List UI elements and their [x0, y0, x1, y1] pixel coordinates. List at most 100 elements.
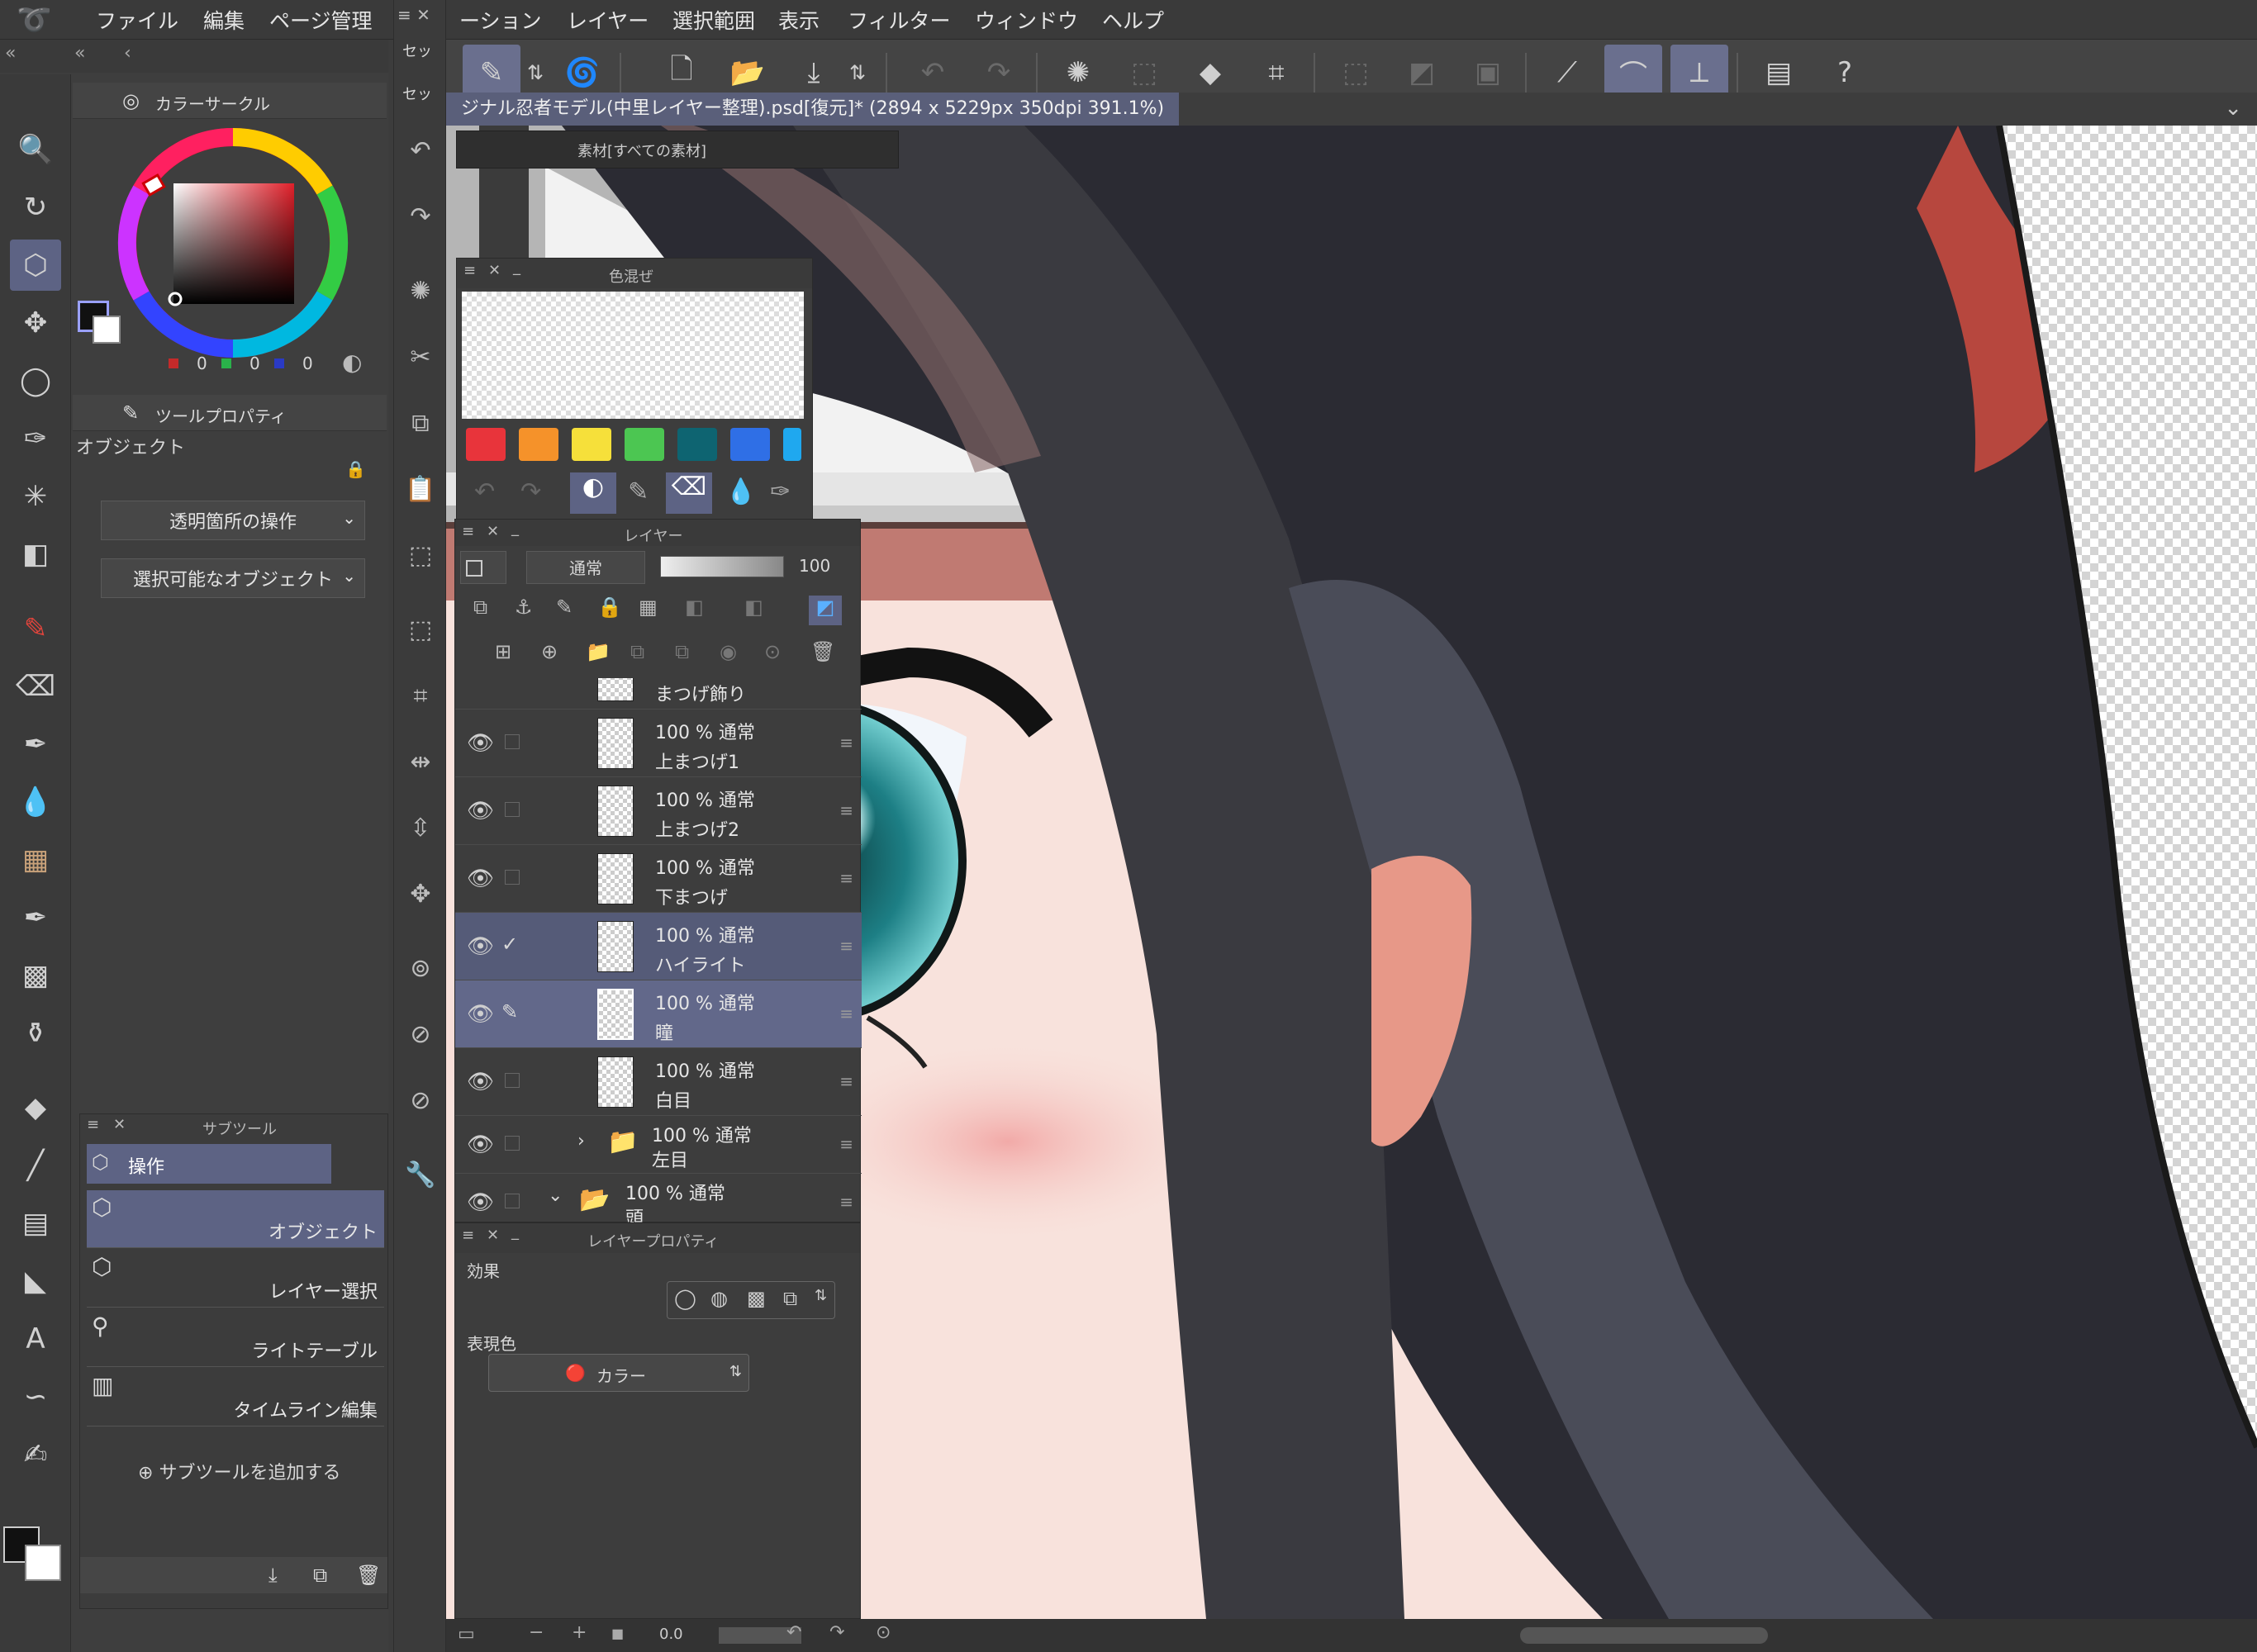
layer-row-current[interactable]: 👁 ✎ 100 % 通常 瞳 ≡	[455, 980, 862, 1048]
rotate-right-icon[interactable]: ↷	[829, 1622, 844, 1643]
blend-mode-select[interactable]: 通常	[526, 551, 645, 584]
layer-row-selected[interactable]: 👁 ✓ 100 % 通常 ハイライト ≡	[455, 913, 862, 980]
minimize-icon[interactable]: _	[511, 1223, 519, 1241]
rotate-tool-icon[interactable]: ↻	[10, 182, 61, 233]
clip-icon[interactable]: ⧉	[473, 596, 487, 619]
eye-icon[interactable]: 👁	[467, 799, 494, 824]
layer-row[interactable]: まつげ飾り	[455, 678, 862, 710]
menu-icon[interactable]: ≡	[462, 523, 474, 540]
subtool-light-table[interactable]: ⚲ ライトテーブル	[87, 1309, 384, 1367]
eye-icon[interactable]: 👁	[467, 1190, 494, 1215]
pattern-tool-icon[interactable]: ▩	[10, 950, 61, 1001]
effect-menu-icon[interactable]: ⇅	[815, 1287, 827, 1304]
menu-icon[interactable]: ≡	[87, 1116, 99, 1133]
menu-file[interactable]: ファイル	[96, 5, 178, 35]
mix-brush-icon[interactable]: ◐	[570, 472, 616, 514]
minimize-icon[interactable]: _	[511, 520, 519, 537]
menu-icon[interactable]: ≡	[463, 262, 476, 279]
layer-checkbox[interactable]	[505, 1073, 520, 1088]
move-tool-icon[interactable]: ✥	[10, 297, 61, 349]
menu-window[interactable]: ウィンドウ	[975, 5, 1078, 35]
layer-row[interactable]: 👁 100 % 通常 上まつげ2 ≡	[455, 777, 862, 845]
copy-icon[interactable]: ⧉	[402, 405, 439, 441]
chevron-down-icon[interactable]: ⌄	[548, 1185, 563, 1206]
redo-icon[interactable]: ↷	[402, 198, 439, 235]
merge-down-icon[interactable]: ⧉	[675, 640, 689, 663]
eye-icon[interactable]: 👁	[467, 1132, 494, 1157]
stop-icon[interactable]: ■	[611, 1626, 624, 1641]
subtool-object[interactable]: ⬡ オブジェクト	[87, 1190, 384, 1248]
set-tab-1[interactable]: セッ	[402, 40, 432, 61]
layer-row[interactable]: 👁 100 % 通常 白目 ≡	[455, 1048, 862, 1116]
eye-icon[interactable]: 👁	[467, 731, 494, 756]
flip-vertical-icon[interactable]: ⇳	[402, 809, 439, 846]
zoom-tool-icon[interactable]: 🔍	[10, 124, 61, 175]
ruler-tool-icon[interactable]: ∽	[10, 1371, 61, 1422]
undo-icon[interactable]: ↶	[402, 132, 439, 169]
eyedropper-tool-icon[interactable]: ✑	[10, 413, 61, 464]
app-logo-icon[interactable]: ➰	[17, 3, 51, 36]
gradient-tool-icon[interactable]: ◧	[10, 529, 61, 580]
sub-color-swatch[interactable]	[25, 1545, 61, 1581]
blend-tool-icon[interactable]: 💧	[10, 776, 61, 828]
menu-help[interactable]: ヘルプ	[1102, 5, 1164, 35]
paste-icon[interactable]: 📋	[402, 471, 439, 507]
stamp-tool-icon[interactable]: ⚱	[10, 1008, 61, 1059]
layer-mask-icon[interactable]: ◉	[720, 640, 737, 663]
swatch-red[interactable]	[466, 428, 506, 461]
mesh-transform-icon[interactable]: ⌗	[402, 677, 439, 714]
wrench-icon[interactable]: 🔧	[402, 1156, 439, 1193]
rotate-left-icon[interactable]: ↶	[786, 1622, 801, 1643]
subtool-layer-select[interactable]: ⬡ レイヤー選択	[87, 1250, 384, 1308]
menu-selection[interactable]: 選択範囲	[672, 5, 755, 35]
frame-tool-icon[interactable]: ▤	[10, 1198, 61, 1249]
transparent-operation-dropdown[interactable]: 透明箇所の操作 ⌄	[101, 501, 365, 540]
flip-horizontal-icon[interactable]: ⇹	[402, 743, 439, 780]
transfer-down-icon[interactable]: ⧉	[630, 640, 644, 663]
zoom-value[interactable]: 0.0	[659, 1626, 683, 1643]
close-icon[interactable]: ✕	[488, 262, 501, 279]
layer-folder-row[interactable]: 👁 › 📁 100 % 通常 左目 ≡	[455, 1116, 862, 1174]
fill-tool-icon[interactable]: ◆	[10, 1082, 61, 1133]
drag-handle-icon[interactable]: ≡	[839, 733, 853, 752]
pen-tool-icon[interactable]: ✎	[10, 603, 61, 654]
expression-color-select[interactable]: 🔴 カラー ⇅	[488, 1354, 749, 1392]
swatch-blue[interactable]	[730, 428, 770, 461]
move-layer-icon[interactable]: ✥	[402, 876, 439, 912]
scissors-icon[interactable]: ✂	[402, 339, 439, 375]
mix-pen-icon[interactable]: ✎	[628, 477, 649, 506]
chevron-down-icon[interactable]: ⌄	[2224, 96, 2242, 121]
chevron-left-icon[interactable]: ‹	[124, 43, 131, 64]
menu-icon[interactable]: ≡	[462, 1227, 474, 1244]
zoom-out-icon[interactable]: −	[529, 1622, 544, 1643]
menu-edit[interactable]: 編集	[203, 5, 245, 35]
swatch-cyan[interactable]	[783, 428, 801, 461]
decoration-tool-icon[interactable]: ▦	[10, 834, 61, 885]
eye-icon[interactable]: 👁	[467, 1070, 494, 1094]
menu-view[interactable]: 表示	[778, 5, 820, 35]
new-folder-icon[interactable]: 📁	[586, 640, 611, 663]
layer-checkbox[interactable]	[505, 870, 520, 885]
apply-mask-icon[interactable]: ⊙	[764, 640, 781, 663]
duplicate-icon[interactable]: ⧉	[313, 1564, 327, 1587]
tone-icon[interactable]: ▩	[747, 1287, 766, 1310]
layer-checkbox[interactable]	[505, 1136, 520, 1151]
undo-icon[interactable]: ↶	[474, 477, 495, 506]
opacity-value[interactable]: 100	[799, 556, 830, 576]
download-icon[interactable]: ⤓	[268, 1564, 278, 1587]
lock-transparent-icon[interactable]: ▦	[639, 596, 658, 619]
mix-blend-icon[interactable]: 💧	[725, 477, 756, 506]
collapse-left-icon[interactable]: «	[5, 43, 16, 64]
horizontal-scrollbar[interactable]	[1520, 1627, 1768, 1644]
layer-color-effect-icon[interactable]: ⧉	[783, 1287, 797, 1310]
opacity-slider[interactable]	[660, 556, 784, 577]
border-effect-icon[interactable]: ◯	[674, 1287, 696, 1310]
reference-layer-icon[interactable]: ⚓	[515, 596, 533, 619]
eye-icon[interactable]: 👁	[467, 934, 494, 959]
airbrush-tool-icon[interactable]: ✒	[10, 892, 61, 943]
layer-row[interactable]: 👁 100 % 通常 下まつげ ≡	[455, 845, 862, 913]
menu-page[interactable]: ページ管理	[269, 5, 373, 35]
brush-tool-icon[interactable]: ✒	[10, 719, 61, 770]
chevron-right-icon[interactable]: ›	[577, 1131, 585, 1151]
lock-icon[interactable]: 🔒	[345, 459, 366, 479]
